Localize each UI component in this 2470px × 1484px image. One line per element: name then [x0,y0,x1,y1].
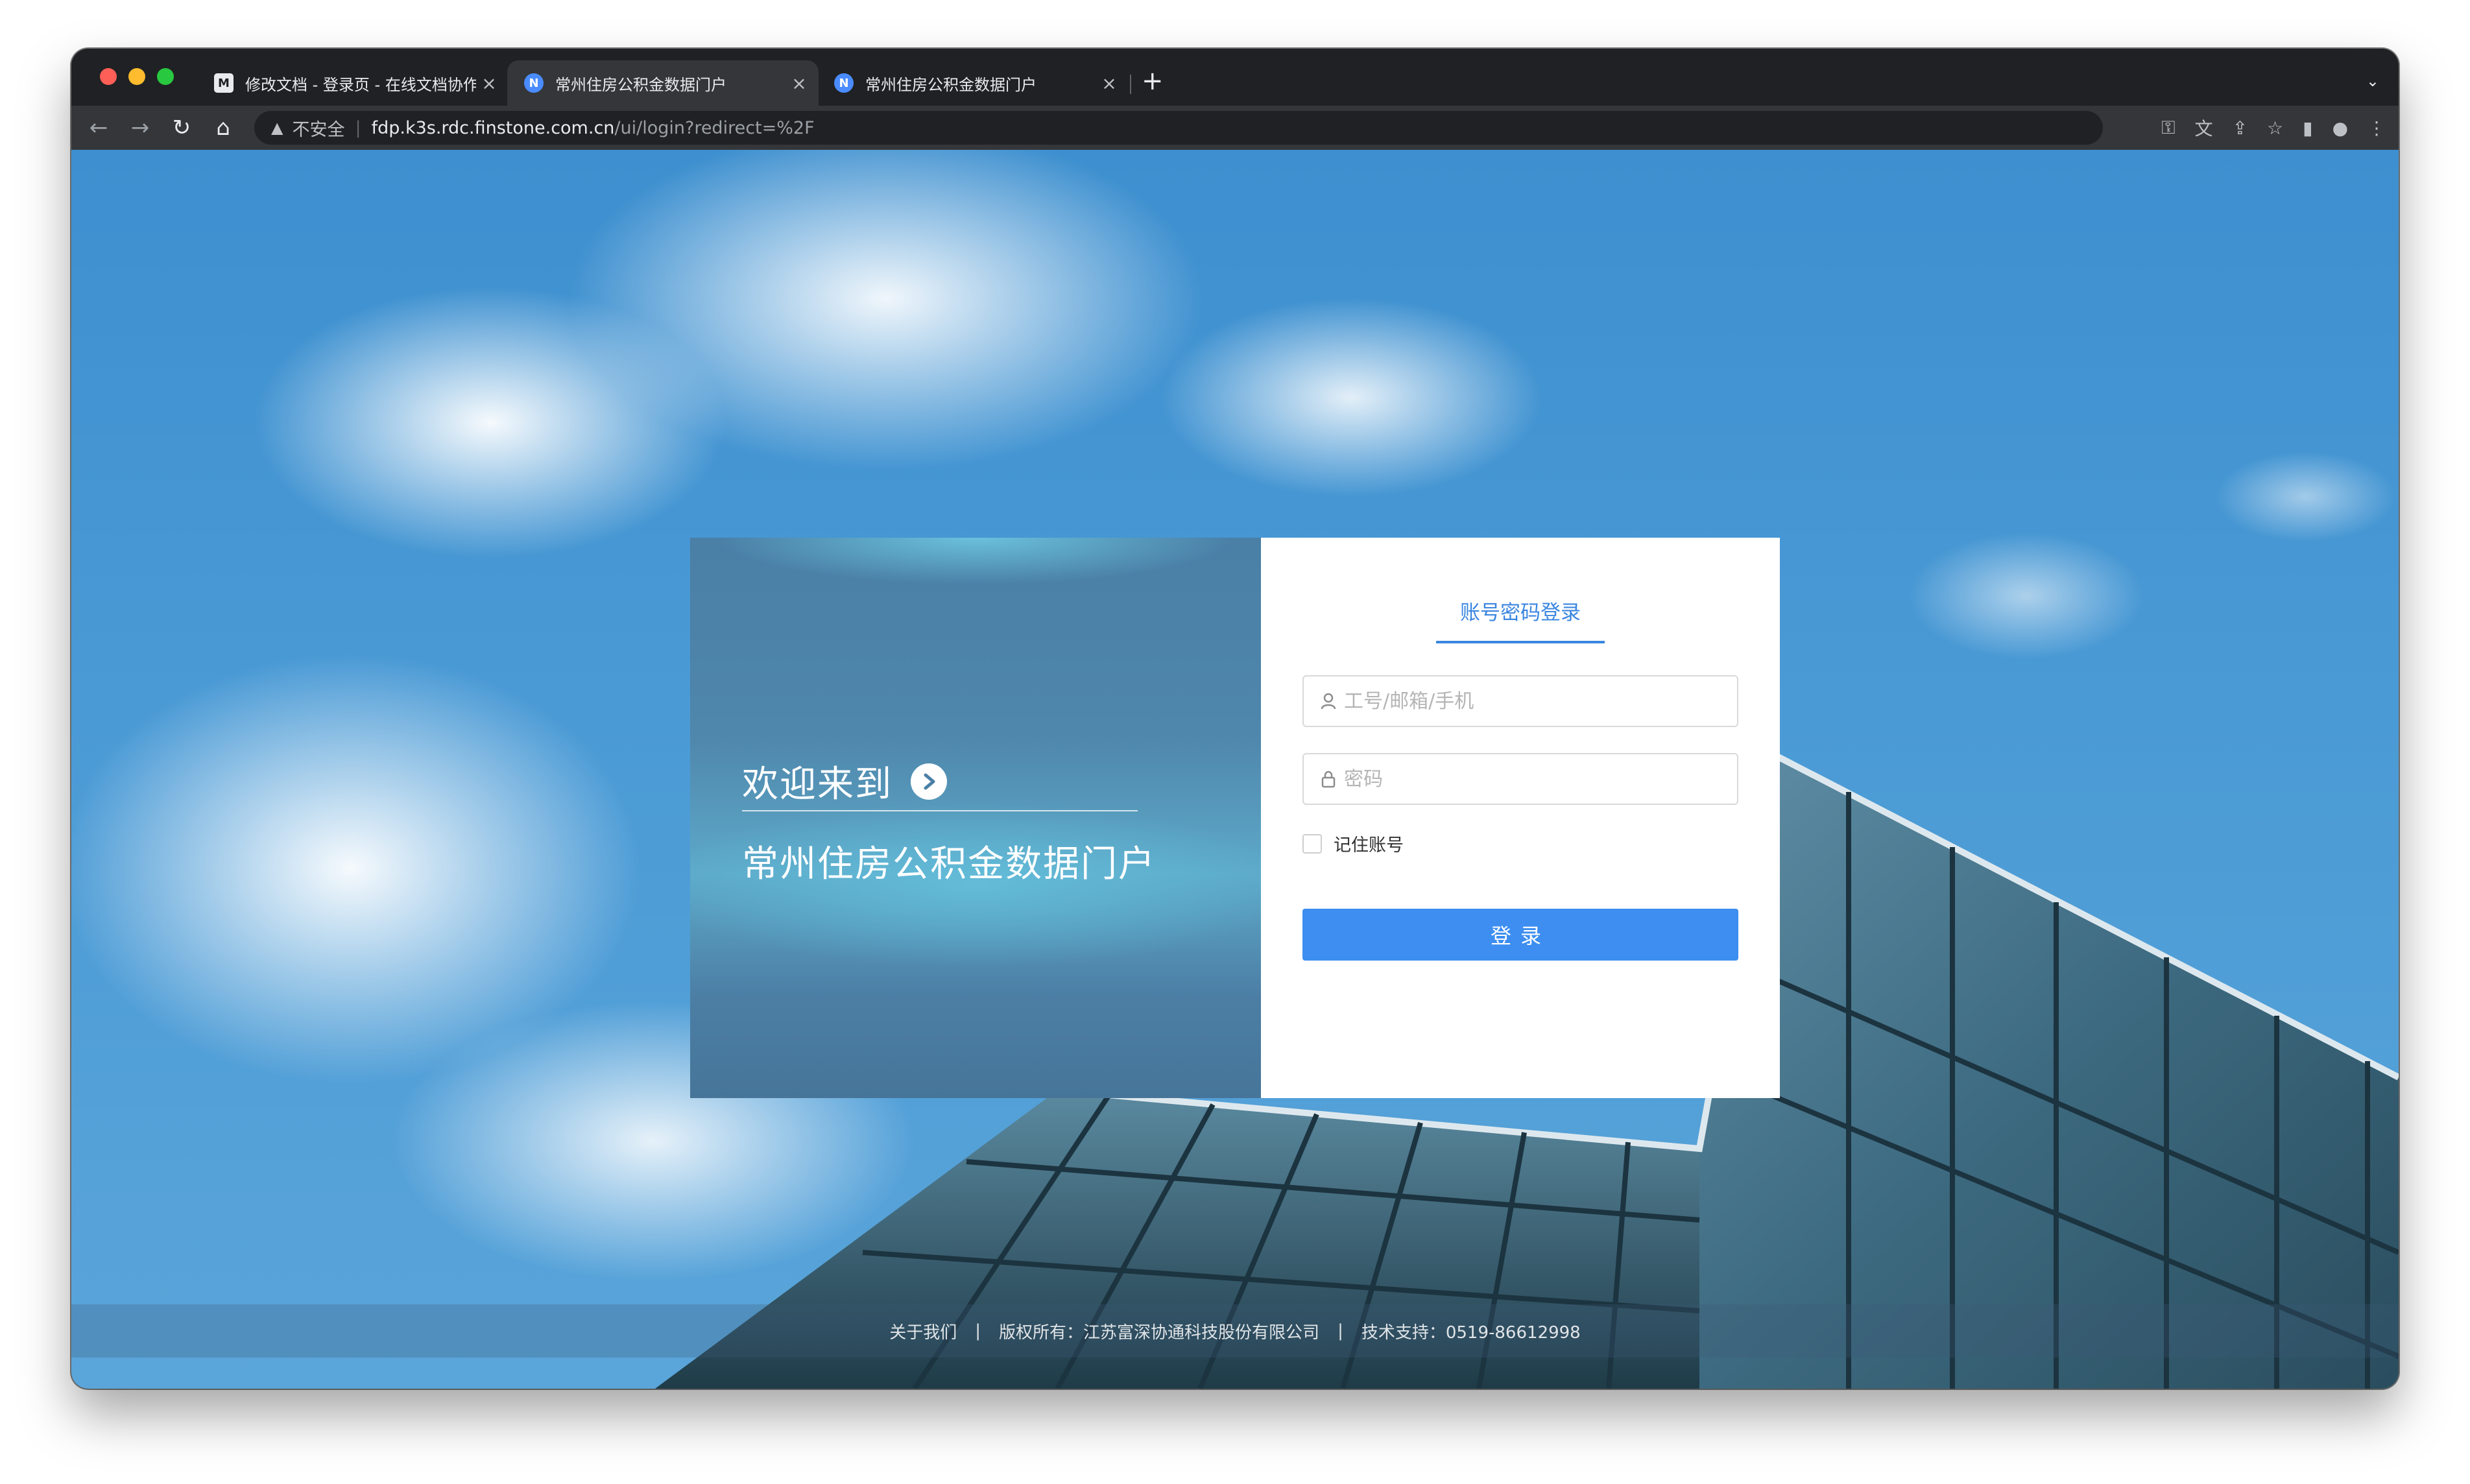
tab-title: 常州住房公积金数据门户 [865,75,1037,94]
password-input[interactable] [1344,767,1720,791]
portal-favicon-icon: N [524,73,544,93]
footer-support: 技术支持：0519-86612998 [1361,1322,1581,1343]
close-icon[interactable]: × [476,73,502,94]
tab-search-chevron-icon[interactable]: ⌄ [2366,72,2379,90]
address-divider: | [355,117,361,138]
new-tab-button[interactable]: + [1142,68,1164,94]
forward-arrow-icon[interactable]: → [119,115,161,141]
star-icon[interactable]: ☆ [2267,117,2283,139]
welcome-row: 欢迎来到 [742,755,947,808]
tab-divider [1130,75,1131,94]
back-arrow-icon[interactable]: ← [78,115,119,141]
footer-about-link[interactable]: 关于我们 [889,1319,957,1343]
window-controls [100,68,174,85]
browser-window: M 修改文档 - 登录页 - 在线文档协作 × N 常州住房公积金数据门户 × … [71,49,2399,1389]
login-button[interactable]: 登录 [1302,909,1738,961]
tab-strip: M 修改文档 - 登录页 - 在线文档协作 × N 常州住房公积金数据门户 × … [71,49,2399,106]
password-field[interactable] [1302,753,1738,805]
login-card: 欢迎来到 常州住房公积金数据门户 账号密码登录 工号/邮箱/手机 记住账号 登录 [690,538,1780,1098]
toolbar-icons: ⚿ 文 ⇪ ☆ ▮ ● ⋮ [2161,106,2386,150]
maximize-window-button[interactable] [157,68,174,85]
tab-portal-active[interactable]: N 常州住房公积金数据门户 × [507,60,819,106]
portal-favicon-icon: N [834,73,854,93]
close-window-button[interactable] [100,68,117,85]
minimize-window-button[interactable] [128,68,145,85]
browser-toolbar: ← → ↻ ⌂ ▲ 不安全 | fdp.k3s.rdc.finstone.com… [71,106,2399,150]
lock-icon [1318,770,1339,788]
address-bar[interactable]: ▲ 不安全 | fdp.k3s.rdc.finstone.com.cn/ui/l… [254,111,2103,145]
tab-password-login[interactable]: 账号密码登录 [1436,596,1605,643]
username-input[interactable] [1344,689,1720,713]
share-icon[interactable]: ⇪ [2233,117,2248,139]
remember-account[interactable]: 记住账号 [1302,831,1404,856]
username-field[interactable] [1302,675,1738,727]
key-icon[interactable]: ⚿ [2161,117,2175,139]
remember-checkbox[interactable] [1302,833,1322,854]
tab-title: 修改文档 - 登录页 - 在线文档协作 [245,75,476,94]
footer-separator: | [1337,1321,1343,1341]
login-page: 欢迎来到 常州住房公积金数据门户 账号密码登录 工号/邮箱/手机 记住账号 登录… [71,150,2399,1389]
portal-title: 常州住房公积金数据门户 [742,843,1156,885]
close-icon[interactable]: × [1096,73,1122,94]
url-path: /ui/login?redirect=%2F [614,117,815,138]
reload-icon[interactable]: ↻ [161,115,202,141]
profile-icon[interactable]: ● [2332,117,2348,139]
close-icon[interactable]: × [786,73,812,94]
tab-docs[interactable]: M 修改文档 - 登录页 - 在线文档协作 × [197,60,509,106]
welcome-divider [742,810,1138,811]
remember-label[interactable]: 记住账号 [1334,831,1404,856]
login-form-panel: 账号密码登录 记住账号 登录 [1261,538,1780,1098]
more-menu-icon[interactable]: ⋮ [2368,117,2386,139]
footer-separator: | [975,1321,981,1341]
tab-title: 常州住房公积金数据门户 [555,75,726,94]
security-label[interactable]: 不安全 [292,115,344,141]
play-arrow-icon [911,763,947,800]
home-icon[interactable]: ⌂ [202,115,244,141]
page-footer: 关于我们 | 版权所有：江苏富深协通科技股份有限公司 | 技术支持：0519-8… [71,1304,2399,1358]
warning-triangle-icon[interactable]: ▲ [271,119,283,137]
doc-icon: M [214,73,234,93]
url-host: fdp.k3s.rdc.finstone.com.cn [371,117,615,138]
side-panel-icon[interactable]: ▮ [2303,117,2312,139]
tab-portal[interactable]: N 常州住房公积金数据门户 × [817,60,1129,106]
welcome-text: 欢迎来到 [742,763,893,806]
translate-icon[interactable]: 文 [2195,115,2213,141]
user-icon [1318,692,1339,710]
footer-copyright: 版权所有：江苏富深协通科技股份有限公司 [999,1322,1320,1343]
welcome-panel: 欢迎来到 常州住房公积金数据门户 [690,538,1261,1098]
